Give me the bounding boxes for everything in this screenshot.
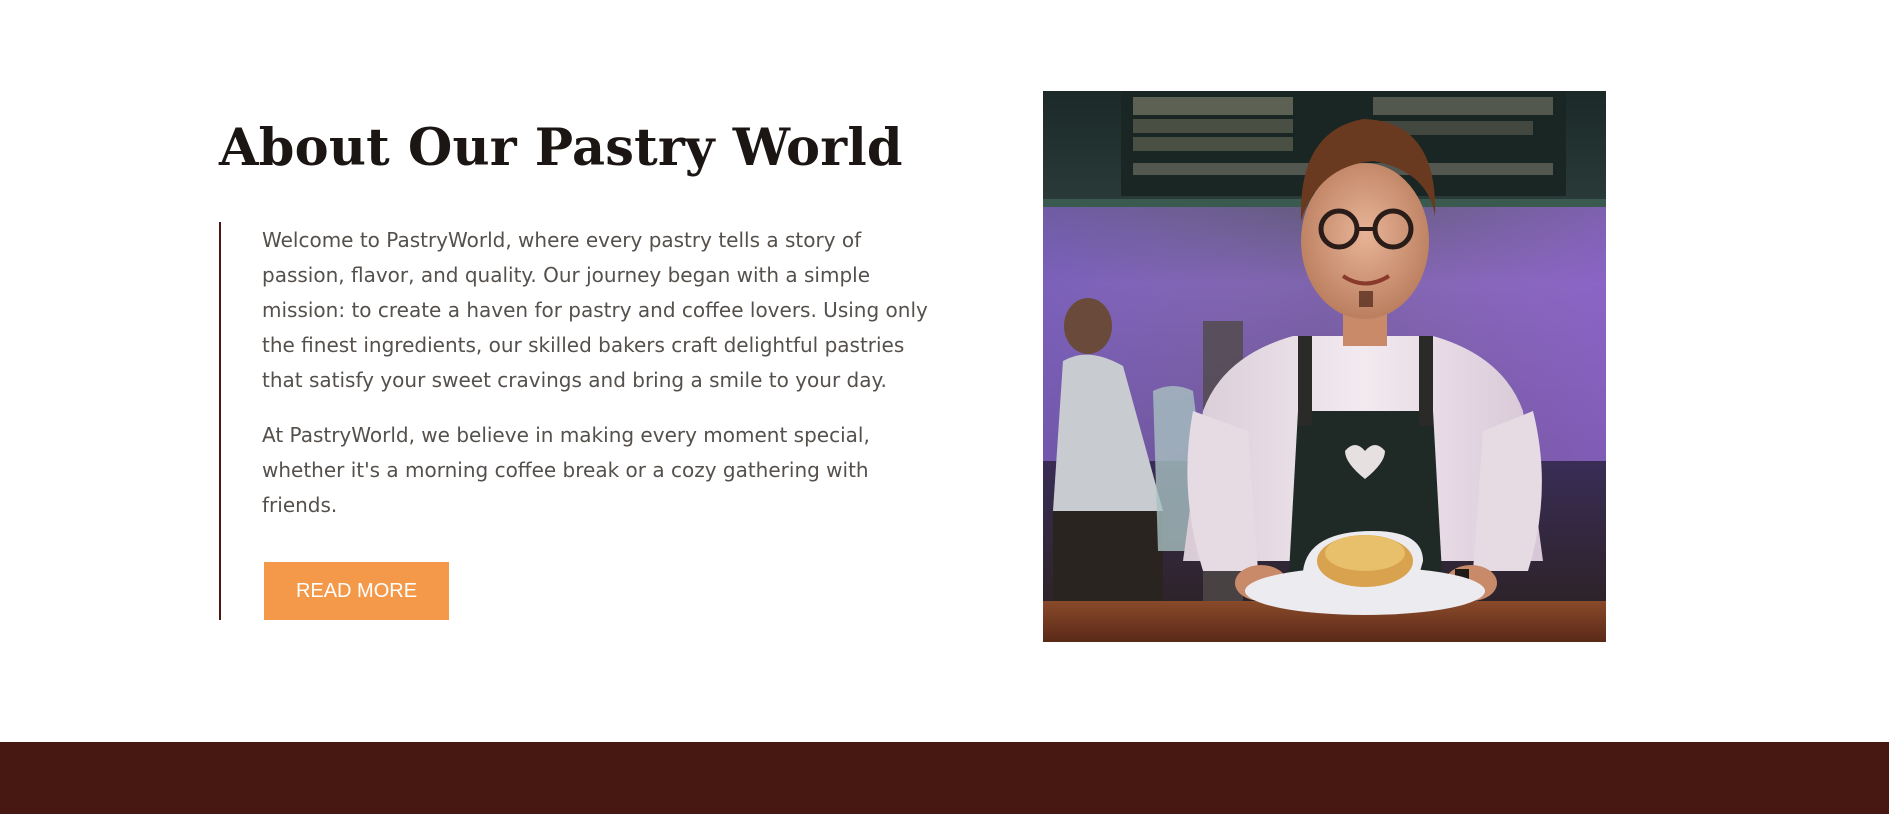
about-title: About Our Pastry World — [219, 118, 903, 178]
about-body: Welcome to PastryWorld, where every past… — [219, 222, 939, 620]
barista-photo-illustration — [1043, 91, 1606, 642]
barista-photo — [1043, 91, 1606, 642]
footer-band — [0, 742, 1889, 814]
read-more-button[interactable]: READ MORE — [264, 562, 449, 620]
about-section: About Our Pastry World Welcome to Pastry… — [0, 0, 1889, 742]
about-paragraph-intro: Welcome to PastryWorld, where every past… — [262, 228, 928, 392]
about-paragraph-belief: At PastryWorld, we believe in making eve… — [262, 423, 870, 517]
